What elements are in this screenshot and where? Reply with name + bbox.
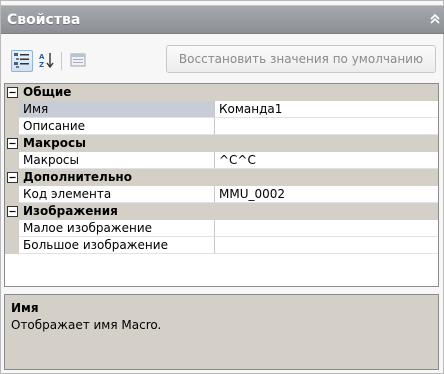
property-name: Имя [19, 101, 215, 118]
property-row-large-image[interactable]: Большое изображение [5, 237, 438, 254]
property-name: Макросы [19, 152, 215, 169]
svg-text:A: A [39, 53, 45, 61]
alphabetical-sort-icon: A Z [38, 51, 56, 72]
property-name: Описание [19, 118, 215, 135]
category-label: Макросы [23, 136, 86, 150]
category-row-general[interactable]: Общие [5, 84, 438, 101]
category-label: Изображения [23, 204, 118, 218]
category-row-images[interactable]: Изображения [5, 203, 438, 220]
collapse-box-icon[interactable] [5, 203, 19, 220]
row-gutter [5, 186, 19, 203]
property-value[interactable]: MMU_0002 [215, 186, 438, 203]
row-gutter [5, 118, 19, 135]
row-gutter [5, 220, 19, 237]
svg-text:Z: Z [39, 61, 44, 69]
category-row-macros[interactable]: Макросы [5, 135, 438, 152]
property-name: Большое изображение [19, 237, 215, 254]
property-value[interactable] [215, 220, 438, 237]
property-row-small-image[interactable]: Малое изображение [5, 220, 438, 237]
row-gutter [5, 101, 19, 118]
properties-toolbar: A Z Восстановить значения по умолчанию [1, 41, 444, 89]
property-name: Код элемента [19, 186, 215, 203]
panel-title: Свойства [7, 12, 81, 28]
categorized-view-button[interactable] [11, 50, 33, 72]
property-value[interactable] [215, 118, 438, 135]
category-label: Дополнительно [23, 170, 132, 184]
row-gutter [5, 237, 19, 254]
category-label: Общие [23, 85, 72, 99]
property-value[interactable]: Команда1 [215, 101, 438, 118]
row-gutter [5, 152, 19, 169]
double-chevron-up-icon[interactable] [427, 11, 443, 27]
categorized-view-icon [13, 51, 31, 72]
restore-defaults-button[interactable]: Восстановить значения по умолчанию [166, 45, 436, 73]
property-value[interactable]: ^C^C [215, 152, 438, 169]
property-row-element-id[interactable]: Код элемента MMU_0002 [5, 186, 438, 203]
panel-titlebar: Свойства [1, 5, 444, 34]
properties-panel: Свойства A Z Восстановить значения по ум… [0, 0, 444, 374]
description-title: Имя [11, 301, 39, 315]
collapse-box-icon[interactable] [5, 169, 19, 186]
collapse-box-icon[interactable] [5, 135, 19, 152]
category-row-advanced[interactable]: Дополнительно [5, 169, 438, 186]
description-pane: Имя Отображает имя Macro. [4, 294, 439, 370]
property-pages-button[interactable] [67, 50, 89, 72]
property-row-description[interactable]: Описание [5, 118, 438, 135]
toolbar-separator [61, 52, 62, 70]
property-value[interactable] [215, 237, 438, 254]
property-name: Малое изображение [19, 220, 215, 237]
alphabetical-sort-button[interactable]: A Z [36, 50, 58, 72]
collapse-box-icon[interactable] [5, 84, 19, 101]
property-row-macros[interactable]: Макросы ^C^C [5, 152, 438, 169]
property-row-name[interactable]: Имя Команда1 [5, 101, 438, 118]
property-pages-icon [69, 51, 87, 72]
description-text: Отображает имя Macro. [11, 318, 162, 332]
property-grid: Общие Имя Команда1 Описание Макросы Макр… [4, 83, 439, 287]
